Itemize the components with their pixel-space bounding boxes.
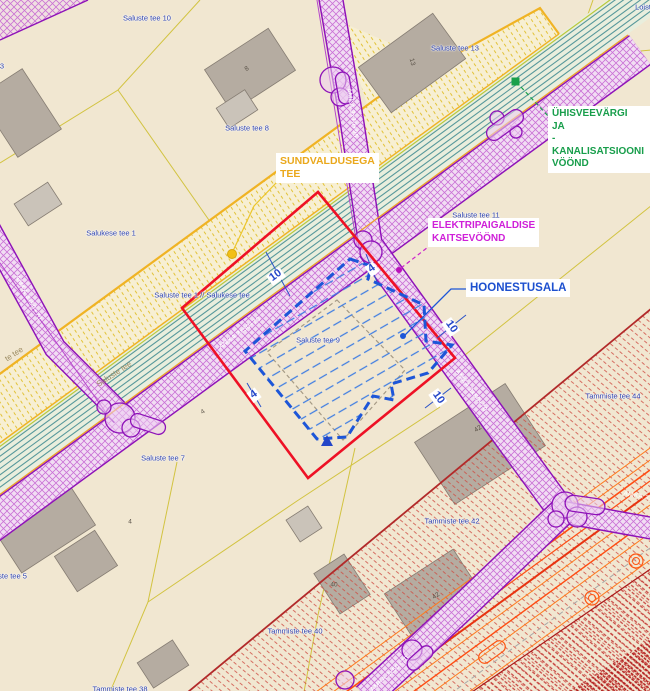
map-drawing — [0, 0, 650, 691]
map-canvas[interactable]: SUNDVALDUSEGA TEE ÜHISVEEVÄRGI JA -KANAL… — [0, 0, 650, 691]
water-connection-point — [512, 78, 520, 86]
